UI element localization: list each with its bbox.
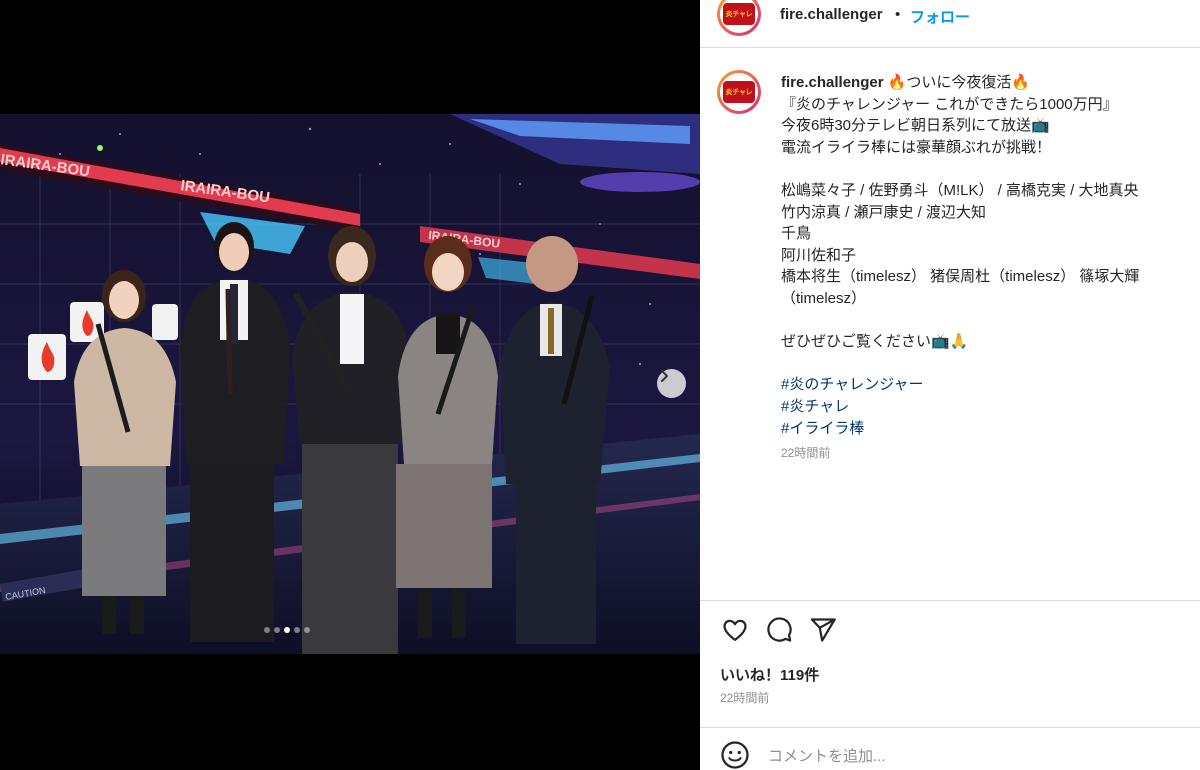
post-photo[interactable]: IRAIRA-BOU IRAIRA-BOU IRAIRA-BOU CAUTION [0,114,700,654]
caption-line: 今夜6時30分テレビ朝日系列にて放送📺 [781,117,1050,135]
caption-line [781,158,1191,180]
hashtag-link[interactable]: #炎チャレ [781,396,1191,418]
follow-button[interactable]: フォロー [910,6,970,27]
caption-line [781,310,1191,332]
share-button[interactable] [808,615,838,645]
avatar-ring: 炎チャレ [720,73,758,111]
media-pane: IRAIRA-BOU IRAIRA-BOU IRAIRA-BOU CAUTION [0,0,700,770]
brand-logo: 炎チャレ [723,3,755,25]
post-age: 22時間前 [720,691,770,705]
comment-bar [700,728,1200,770]
caption-line: ぜひぜひご覧ください📺🙏 [781,333,969,351]
actions-divider [700,600,1200,601]
like-button[interactable] [720,615,750,645]
emoji-icon[interactable] [720,740,750,770]
carousel-dot [264,627,270,633]
post-caption: fire.challenger 🔥ついに今夜復活🔥 『炎のチャレンジャー これが… [781,72,1191,465]
comment-icon [767,617,792,642]
header-divider [700,47,1200,48]
avatar-ring: 炎チャレ [720,0,758,33]
carousel-dot [304,627,310,633]
caption-timestamp: 22時間前 [781,446,831,461]
caption-line: 『炎のチャレンジャー これができたら1000万円』 [781,95,1118,113]
caption-avatar[interactable]: 炎チャレ [717,70,761,114]
heart-icon [723,619,747,642]
chevron-right-icon [661,370,668,382]
post-side-panel: 炎チャレ fire.challenger • フォロー 炎チャレ fire.ch… [700,0,1200,770]
caption-line: 千鳥 [781,225,812,243]
header-separator: • [895,6,901,23]
caption-line: 松嶋菜々子 / 佐野勇斗（M!LK） / 高橋克実 / 大地真央 [781,181,1139,199]
caption-line: 阿川佐和子 [781,246,857,264]
header-username[interactable]: fire.challenger [780,6,883,23]
carousel-dot-active [284,627,290,633]
caption-line: 電流イライラ棒には豪華顔ぶれが挑戦！ [781,138,1052,156]
profile-avatar[interactable]: 炎チャレ [717,0,761,36]
next-photo-button[interactable] [657,369,686,398]
caption-line: （timelesz） [781,289,867,307]
post-header: 炎チャレ fire.challenger • フォロー [700,0,1200,48]
like-count[interactable]: いいね！119件 [720,664,819,685]
comment-button[interactable] [764,615,794,645]
comment-input[interactable] [766,742,1170,770]
caption-line: 橋本将生（timelesz） 猪俣周杜（timelesz） 篠塚大輝 [781,268,1140,286]
caption-username[interactable]: fire.challenger [781,74,884,91]
caption-line: fire.challenger 🔥ついに今夜復活🔥 [781,72,1191,94]
hashtag-link[interactable]: #炎のチャレンジャー [781,374,1191,396]
post-actions [720,615,838,645]
share-icon [810,618,836,642]
hashtag-link[interactable]: #イライラ棒 [781,418,1191,440]
carousel-dot [274,627,280,633]
caption-line [781,353,1191,375]
caption-text: 🔥ついに今夜復活🔥 [887,74,1031,91]
brand-logo: 炎チャレ [723,81,755,103]
photo-illustration: IRAIRA-BOU IRAIRA-BOU IRAIRA-BOU CAUTION [0,114,700,654]
caption-line: 竹内涼真 / 瀬戸康史 / 渡辺大知 [781,203,987,221]
carousel-indicator [264,627,310,633]
carousel-dot [294,627,300,633]
